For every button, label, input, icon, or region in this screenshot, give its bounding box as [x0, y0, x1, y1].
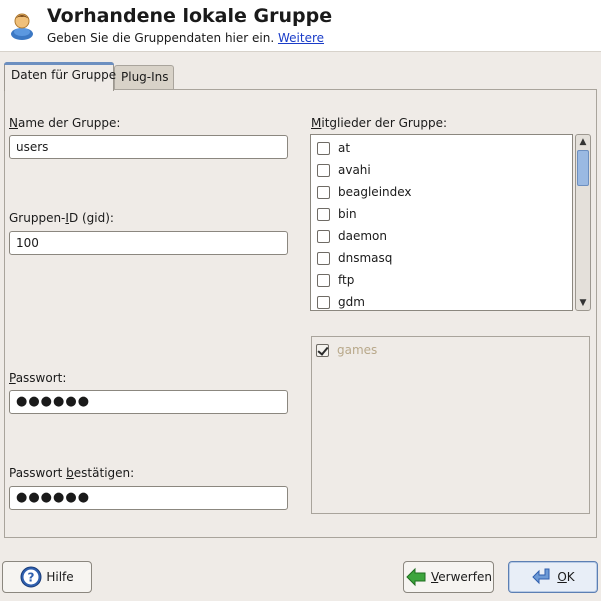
group-id-input[interactable]: 100: [9, 231, 288, 255]
page-title: Vorhandene lokale Gruppe: [47, 5, 333, 27]
help-button[interactable]: ? Hilfe: [2, 561, 92, 593]
checkbox[interactable]: [317, 141, 330, 155]
password-label: Passwort:: [9, 371, 67, 385]
members-scrollbar[interactable]: ▲ ▼: [575, 134, 591, 311]
subtitle-text: Geben Sie die Gruppendaten hier ein.: [47, 31, 275, 45]
group-name-input[interactable]: users: [9, 135, 288, 159]
member-item-at[interactable]: at: [317, 137, 350, 159]
checkbox[interactable]: [317, 163, 330, 177]
member-item-games: games: [316, 339, 377, 361]
scroll-down-icon[interactable]: ▼: [576, 296, 590, 310]
checkbox[interactable]: [317, 251, 330, 265]
dialog-header: Vorhandene lokale Gruppe Geben Sie die G…: [0, 0, 601, 52]
member-item-bin[interactable]: bin: [317, 203, 357, 225]
member-item-beagleindex[interactable]: beagleindex: [317, 181, 412, 203]
scroll-up-icon[interactable]: ▲: [576, 135, 590, 149]
group-user-icon: [11, 13, 33, 40]
discard-arrow-icon: [406, 567, 426, 587]
checkbox[interactable]: [317, 185, 330, 199]
enter-arrow-icon: [532, 568, 550, 585]
password-confirm-input[interactable]: ●●●●●●: [9, 486, 288, 510]
tab-group-data[interactable]: Daten für Gruppe: [4, 62, 116, 91]
member-item-avahi[interactable]: avahi: [317, 159, 371, 181]
members-label: Mitglieder der Gruppe:: [311, 116, 448, 130]
ok-button[interactable]: OK: [508, 561, 598, 593]
checkbox[interactable]: [317, 229, 330, 243]
member-item-gdm[interactable]: gdm: [317, 291, 365, 310]
checkbox-checked: [316, 343, 329, 357]
checkbox[interactable]: [317, 295, 330, 309]
password-confirm-label: Passwort bestätigen:: [9, 466, 135, 480]
checkbox[interactable]: [317, 273, 330, 287]
default-members-list: games: [311, 336, 590, 514]
member-item-ftp[interactable]: ftp: [317, 269, 354, 291]
checkbox[interactable]: [317, 207, 330, 221]
password-input[interactable]: ●●●●●●: [9, 390, 288, 414]
tab-plugins[interactable]: Plug-Ins: [114, 65, 174, 89]
member-item-dnsmasq[interactable]: dnsmasq: [317, 247, 392, 269]
help-icon: ?: [20, 566, 42, 588]
svg-text:?: ?: [28, 571, 35, 585]
more-link[interactable]: Weitere: [278, 31, 324, 45]
group-id-label: Gruppen-ID (gid):: [9, 211, 114, 225]
members-list[interactable]: at avahi beagleindex bin daemon dnsmasq …: [310, 134, 573, 311]
discard-button[interactable]: Verwerfen: [403, 561, 494, 593]
page-subtitle: Geben Sie die Gruppendaten hier ein. Wei…: [47, 31, 324, 45]
scrollbar-thumb[interactable]: [577, 150, 589, 186]
group-name-label: Name der Gruppe:: [9, 116, 121, 130]
member-item-daemon[interactable]: daemon: [317, 225, 387, 247]
